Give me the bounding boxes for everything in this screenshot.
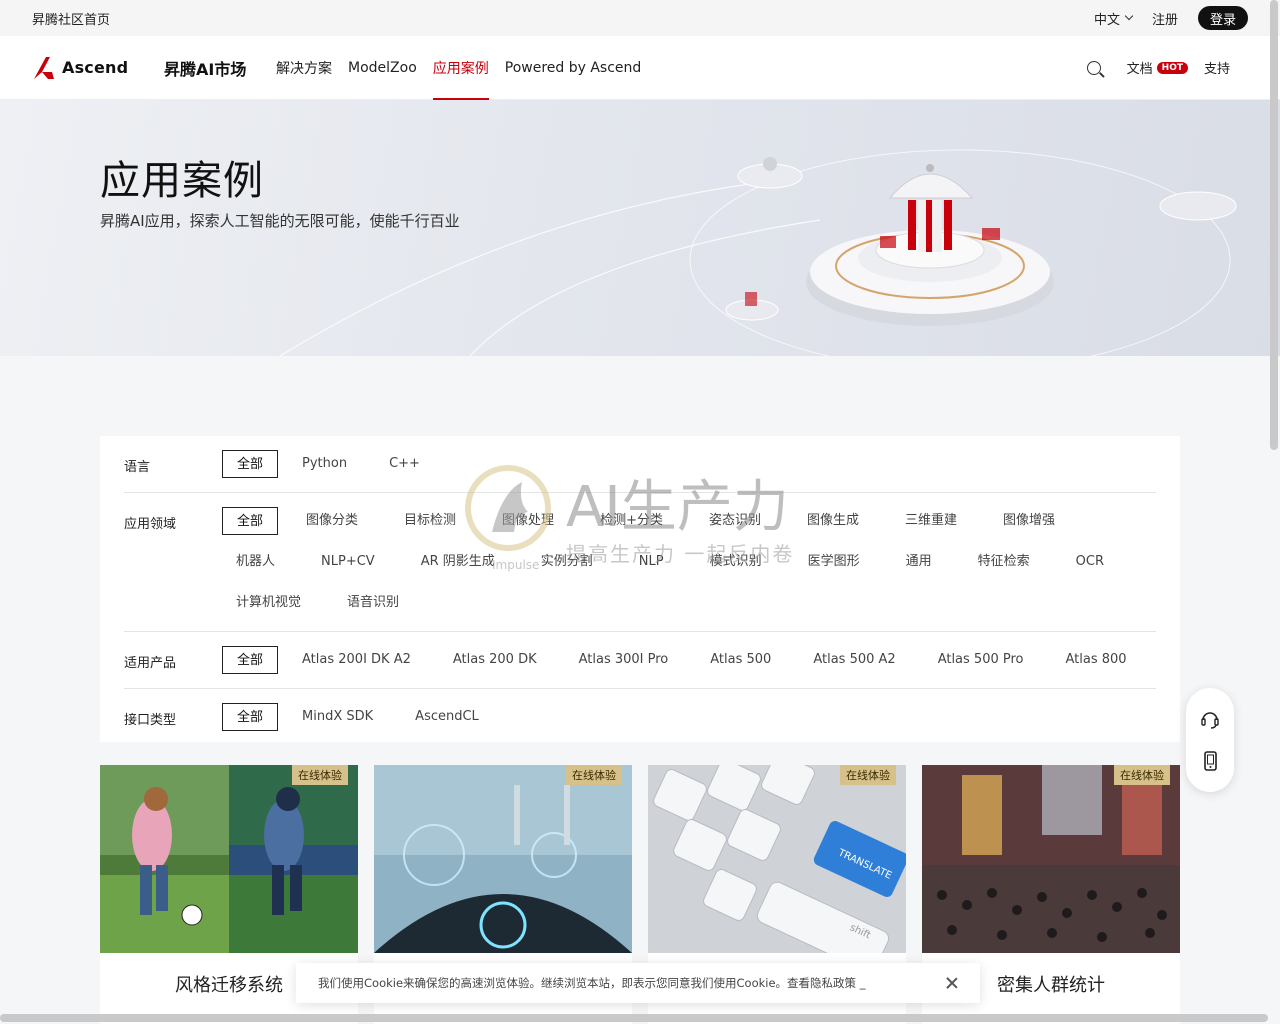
nav-item-powered-by-ascend[interactable]: Powered by Ascend [505, 36, 642, 100]
filter-option[interactable]: 语音识别 [333, 589, 413, 617]
search-icon[interactable] [1086, 60, 1101, 75]
online-trial-badge: 在线体验 [292, 765, 348, 785]
filter-option[interactable]: OCR [1062, 548, 1118, 576]
main-nav: Ascend 昇腾AI市场 解决方案 ModelZoo 应用案例 Powered… [0, 36, 1280, 100]
card-image: 在线体验 [100, 765, 358, 953]
filter-row-interface: 接口类型 全部 MindX SDK AscendCL [124, 689, 1156, 745]
filter-option[interactable]: Atlas 500 A2 [799, 646, 909, 674]
filter-option[interactable]: Atlas 800 [1052, 646, 1141, 674]
filter-option[interactable]: 通用 [892, 548, 946, 576]
filter-panel: 语言 全部 Python C++ 应用领域 全部 图像分类 目标检测 图像处理 … [100, 436, 1180, 742]
filter-option[interactable]: 姿态识别 [695, 507, 775, 535]
filter-label-product: 适用产品 [124, 656, 177, 671]
filter-option[interactable]: Atlas 200 DK [439, 646, 551, 674]
language-selector[interactable]: 中文 [1093, 9, 1134, 28]
filter-option[interactable]: Atlas 300I Pro [565, 646, 683, 674]
filter-option-all[interactable]: 全部 [222, 703, 279, 731]
top-strip: 昇腾社区首页 中文 注册 登录 [0, 0, 1280, 36]
filter-option[interactable]: 特征检索 [964, 548, 1044, 576]
filter-option[interactable]: 计算机视觉 [222, 589, 315, 617]
filter-option[interactable]: Atlas 200I DK A2 [288, 646, 425, 674]
mobile-phone-icon[interactable] [1199, 750, 1221, 772]
filter-option[interactable]: 图像生成 [793, 507, 873, 535]
filter-option[interactable]: 图像处理 [488, 507, 568, 535]
market-title[interactable]: 昇腾AI市场 [164, 56, 276, 80]
filter-option[interactable]: 图像分类 [292, 507, 372, 535]
filter-option-all[interactable]: 全部 [222, 646, 279, 674]
hero-subtitle: 昇腾AI应用，探索人工智能的无限可能，使能千行百业 [100, 212, 460, 230]
filter-option[interactable]: MindX SDK [288, 703, 387, 731]
filter-option[interactable]: 目标检测 [390, 507, 470, 535]
nav-links: 解决方案 ModelZoo 应用案例 Powered by Ascend [276, 36, 1087, 100]
filter-label-domain: 应用领域 [124, 517, 177, 532]
login-button[interactable]: 登录 [1197, 6, 1248, 30]
community-home-link[interactable]: 昇腾社区首页 [32, 9, 1094, 28]
hero-title: 应用案例 [100, 158, 264, 204]
filter-option[interactable]: 检测+分类 [586, 507, 677, 535]
filter-option[interactable]: 机器人 [222, 548, 289, 576]
filter-option[interactable]: 图像增强 [989, 507, 1069, 535]
filter-label-interface: 接口类型 [124, 713, 177, 728]
filter-label-language: 语言 [124, 460, 151, 475]
online-trial-badge: 在线体验 [566, 765, 622, 785]
filter-option[interactable]: Atlas 500 [696, 646, 785, 674]
cookie-banner: 我们使用Cookie来确保您的高速浏览体验。继续浏览本站，即表示您同意我们使用C… [296, 963, 980, 1003]
hero-banner: 应用案例 昇腾AI应用，探索人工智能的无限可能，使能千行百业 [0, 100, 1280, 356]
card-image: 在线体验 [922, 765, 1180, 953]
ascend-logo[interactable]: Ascend [32, 55, 164, 81]
nav-item-cases[interactable]: 应用案例 [432, 36, 489, 100]
filter-row-language: 语言 全部 Python C++ [124, 436, 1156, 493]
card-image: TRANSLATE shift 在线体验 [648, 765, 906, 953]
cookie-text: 我们使用Cookie来确保您的高速浏览体验。继续浏览本站，即表示您同意我们使用C… [318, 976, 866, 990]
docs-label: 文档 [1126, 62, 1153, 77]
chevron-down-icon [1124, 11, 1134, 21]
headset-icon[interactable] [1199, 708, 1221, 730]
nav-item-modelzoo[interactable]: ModelZoo [348, 36, 417, 100]
filter-row-domain: 应用领域 全部 图像分类 目标检测 图像处理 检测+分类 姿态识别 图像生成 三… [124, 493, 1156, 632]
filter-option[interactable]: Python [288, 450, 361, 478]
hot-badge: HOT [1156, 61, 1188, 74]
language-label: 中文 [1093, 12, 1120, 28]
online-trial-badge: 在线体验 [840, 765, 896, 785]
docs-link[interactable]: 文档 HOT [1127, 58, 1188, 77]
filter-option[interactable]: Atlas 500 Pro [924, 646, 1038, 674]
card-image: 在线体验 [374, 765, 632, 953]
filter-option-all[interactable]: 全部 [222, 450, 279, 478]
filter-option[interactable]: NLP [625, 548, 678, 576]
vertical-scrollbar[interactable] [1270, 0, 1278, 450]
filter-option[interactable]: AscendCL [401, 703, 493, 731]
filter-option[interactable]: 模式识别 [696, 548, 776, 576]
register-link[interactable]: 注册 [1152, 9, 1178, 28]
close-icon[interactable] [946, 977, 958, 989]
ascend-logo-icon [34, 56, 54, 79]
filter-option[interactable]: AR 阴影生成 [407, 548, 509, 576]
filter-option[interactable]: 实例分割 [527, 548, 607, 576]
horizontal-scrollbar[interactable] [0, 1014, 1268, 1022]
nav-item-solutions[interactable]: 解决方案 [276, 36, 332, 100]
side-toolbar [1186, 688, 1234, 792]
online-trial-badge: 在线体验 [1114, 765, 1170, 785]
filter-option[interactable]: 医学图形 [794, 548, 874, 576]
filter-option[interactable]: NLP+CV [307, 548, 389, 576]
filter-option[interactable]: 三维重建 [891, 507, 971, 535]
logo-text: Ascend [62, 58, 129, 77]
filter-row-product: 适用产品 全部 Atlas 200I DK A2 Atlas 200 DK At… [124, 632, 1156, 689]
filter-option[interactable]: C++ [375, 450, 434, 478]
support-link[interactable]: 支持 [1204, 58, 1230, 77]
filter-option-all[interactable]: 全部 [222, 507, 279, 535]
